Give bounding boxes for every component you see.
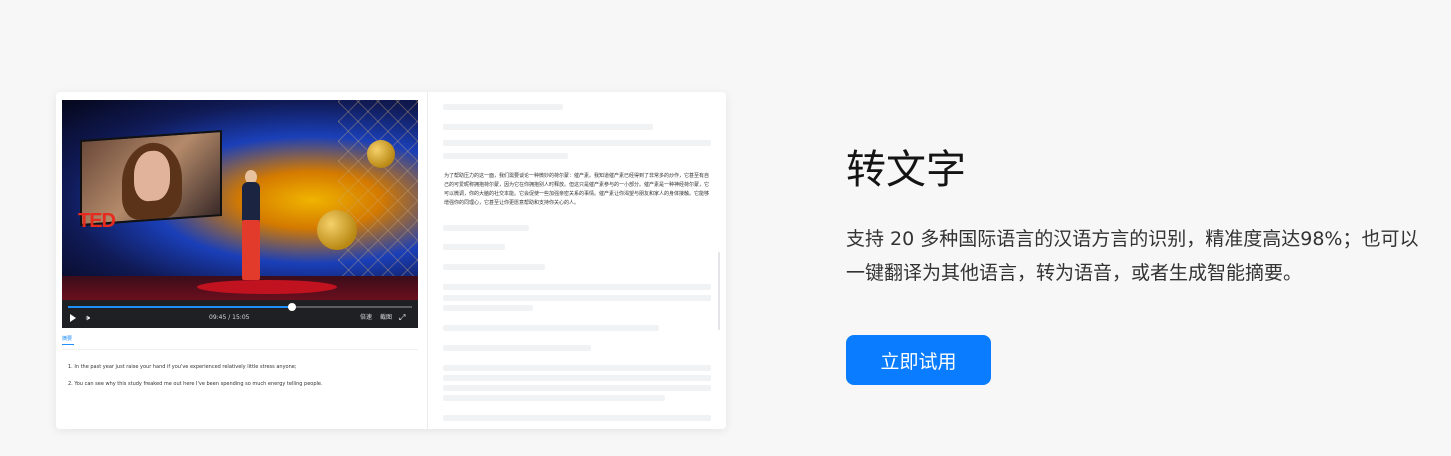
transcript-line: 2. You can see why this study freaked me… (68, 381, 323, 387)
progress-knob[interactable] (287, 303, 296, 311)
current-time: 09:45 (209, 314, 227, 321)
fullscreen-icon[interactable]: ⤢ (399, 313, 405, 323)
video-player[interactable]: TED 🕩 09:45 / 15:05 倍速 截图 ⤢ (62, 100, 418, 328)
placeholder-line (443, 284, 711, 290)
stage-orb (317, 210, 357, 250)
placeholder-line (443, 395, 665, 401)
transcript-paragraph: 为了帮助压力的这一面，我们需要谈论一种微妙的荷尔蒙：催产素。我知道催产素已经得到… (444, 173, 710, 206)
scrollbar[interactable] (718, 252, 720, 330)
feature-title: 转文字 (846, 147, 966, 193)
placeholder-line (443, 264, 545, 270)
transcript-line: 1. In the past year just raise your hand… (68, 364, 297, 370)
red-rug (197, 280, 337, 294)
screenshot-button[interactable]: 截图 (380, 314, 392, 322)
placeholder-line (443, 244, 505, 250)
progress-bar[interactable] (68, 303, 412, 311)
placeholder-line (443, 104, 563, 110)
try-now-button[interactable]: 立即试用 (846, 335, 991, 385)
placeholder-line (443, 124, 653, 130)
placeholder-line (443, 225, 529, 231)
placeholder-line (443, 385, 711, 391)
placeholder-line (443, 153, 568, 159)
video-pane: TED 🕩 09:45 / 15:05 倍速 截图 ⤢ 摘要 1. In the… (56, 92, 427, 429)
ted-logo: TED (78, 210, 116, 232)
placeholder-line (443, 295, 711, 301)
time-display: 09:45 / 15:05 (209, 314, 249, 322)
video-controls: 🕩 09:45 / 15:05 倍速 截图 ⤢ (62, 300, 418, 328)
tab-indicator (62, 344, 74, 345)
play-icon[interactable] (70, 314, 76, 322)
progress-fill (68, 306, 292, 308)
tab-divider (62, 349, 418, 350)
placeholder-line (443, 375, 711, 381)
placeholder-line (443, 140, 711, 146)
speed-button[interactable]: 倍速 (360, 314, 372, 322)
placeholder-line (443, 365, 711, 371)
preview-card: TED 🕩 09:45 / 15:05 倍速 截图 ⤢ 摘要 1. In the… (56, 92, 726, 429)
volume-icon[interactable]: 🕩 (85, 313, 90, 323)
stage-orb (367, 140, 395, 168)
time-separator: / (228, 314, 231, 321)
stage-decoration (338, 100, 418, 300)
placeholder-line (443, 305, 533, 311)
placeholder-line (443, 345, 591, 351)
placeholder-line (443, 415, 711, 421)
duration: 15:05 (232, 314, 250, 321)
video-frame: TED (62, 100, 418, 300)
feature-description: 支持 20 多种国际语言的汉语方言的识别，精准度高达98%；也可以一键翻译为其他… (846, 228, 1419, 284)
tab-summary[interactable]: 摘要 (62, 336, 72, 343)
text-pane: 为了帮助压力的这一面，我们需要谈论一种微妙的荷尔蒙：催产素。我知道催产素已经得到… (428, 92, 726, 429)
placeholder-line (443, 325, 659, 331)
